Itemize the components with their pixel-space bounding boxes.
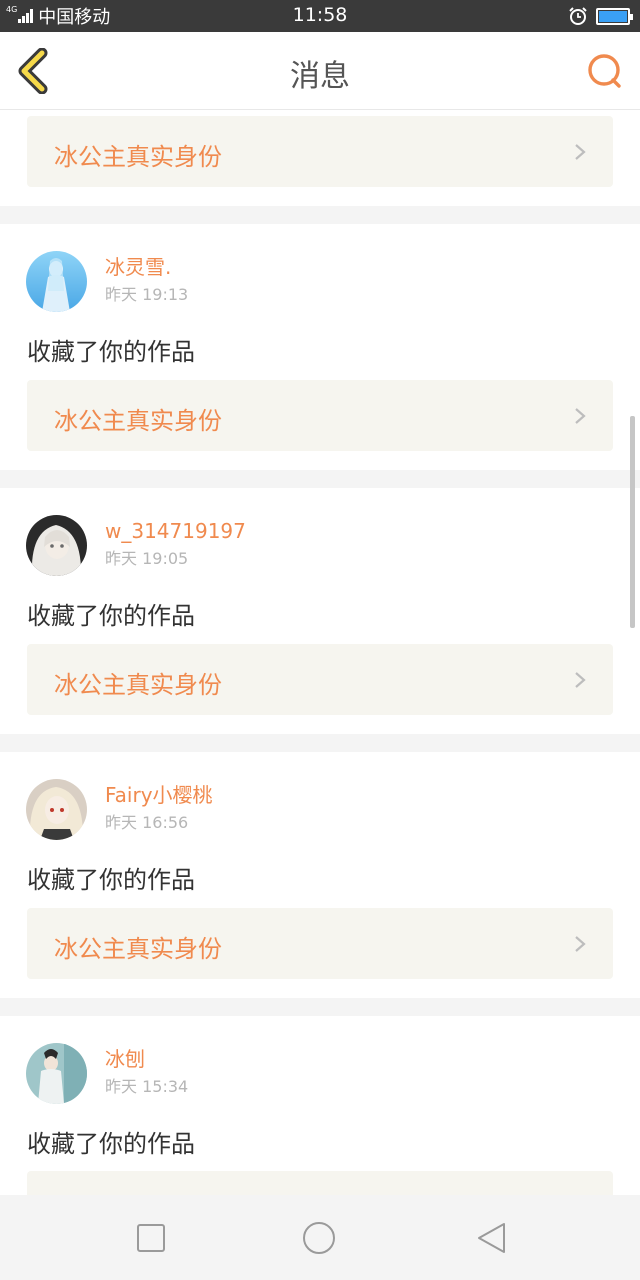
message-card: w_314719197 昨天 19:05 收藏了你的作品 冰公主真实身份: [0, 488, 640, 734]
message-card: 冰灵雪. 昨天 19:13 收藏了你的作品 冰公主真实身份: [0, 224, 640, 470]
battery-level: [599, 10, 627, 22]
battery-icon: [596, 7, 633, 25]
username[interactable]: w_314719197: [105, 518, 246, 544]
timestamp: 昨天 16:56: [105, 813, 189, 832]
action-text: 收藏了你的作品: [27, 1130, 195, 1158]
status-bar: 4G 中国移动 11:58: [0, 0, 640, 32]
message-card: Fairy小樱桃 昨天 16:56 收藏了你的作品 冰公主真实身份: [0, 752, 640, 998]
system-nav-bar: [0, 1195, 640, 1280]
scrollbar[interactable]: [630, 416, 635, 628]
work-link[interactable]: 冰公主真实身份: [27, 116, 613, 187]
work-link[interactable]: 冰公主真实身份: [27, 644, 613, 715]
username[interactable]: Fairy小樱桃: [105, 782, 213, 808]
timestamp: 昨天 19:05: [105, 549, 189, 568]
avatar[interactable]: [26, 250, 87, 312]
username[interactable]: 冰刨: [105, 1046, 188, 1072]
message-user[interactable]: w_314719197 昨天 19:05: [26, 514, 246, 576]
search-icon[interactable]: [586, 52, 624, 90]
page-title: 消息: [290, 59, 350, 94]
home-icon[interactable]: [302, 1221, 336, 1255]
avatar[interactable]: [26, 1042, 87, 1104]
app-header: 消息: [0, 32, 640, 110]
work-link[interactable]: 冰公主真实身份: [27, 908, 613, 979]
action-text: 收藏了你的作品: [27, 338, 195, 366]
action-text: 收藏了你的作品: [27, 866, 195, 894]
avatar[interactable]: [26, 514, 87, 576]
username[interactable]: 冰灵雪.: [105, 254, 188, 280]
work-link[interactable]: [27, 1171, 613, 1195]
timestamp: 昨天 15:34: [105, 1077, 189, 1096]
work-title: 冰公主真实身份: [54, 407, 222, 435]
alarm-icon: [569, 7, 587, 25]
chevron-right-icon: [575, 144, 586, 160]
timestamp: 昨天 19:13: [105, 285, 189, 304]
recent-apps-icon[interactable]: [134, 1221, 168, 1255]
chevron-right-icon: [575, 936, 586, 952]
work-title: 冰公主真实身份: [54, 935, 222, 963]
avatar[interactable]: [26, 778, 87, 840]
work-link[interactable]: 冰公主真实身份: [27, 380, 613, 451]
status-time: 11:58: [292, 4, 348, 26]
action-text: 收藏了你的作品: [27, 602, 195, 630]
message-user[interactable]: Fairy小樱桃 昨天 16:56: [26, 778, 213, 840]
message-user[interactable]: 冰灵雪. 昨天 19:13: [26, 250, 188, 312]
work-title: 冰公主真实身份: [54, 143, 222, 171]
message-card: 冰公主真实身份: [0, 110, 640, 206]
work-title: 冰公主真实身份: [54, 671, 222, 699]
status-right: [568, 6, 633, 26]
chevron-right-icon: [575, 408, 586, 424]
chevron-right-icon: [575, 672, 586, 688]
message-user[interactable]: 冰刨 昨天 15:34: [26, 1042, 188, 1104]
message-card: 冰刨 昨天 15:34 收藏了你的作品: [0, 1016, 640, 1195]
back-triangle-icon[interactable]: [474, 1221, 508, 1255]
message-feed[interactable]: 冰公主真实身份 冰灵雪. 昨天 19:13 收藏了你的作品 冰公主真实身份 w_…: [0, 110, 640, 1195]
